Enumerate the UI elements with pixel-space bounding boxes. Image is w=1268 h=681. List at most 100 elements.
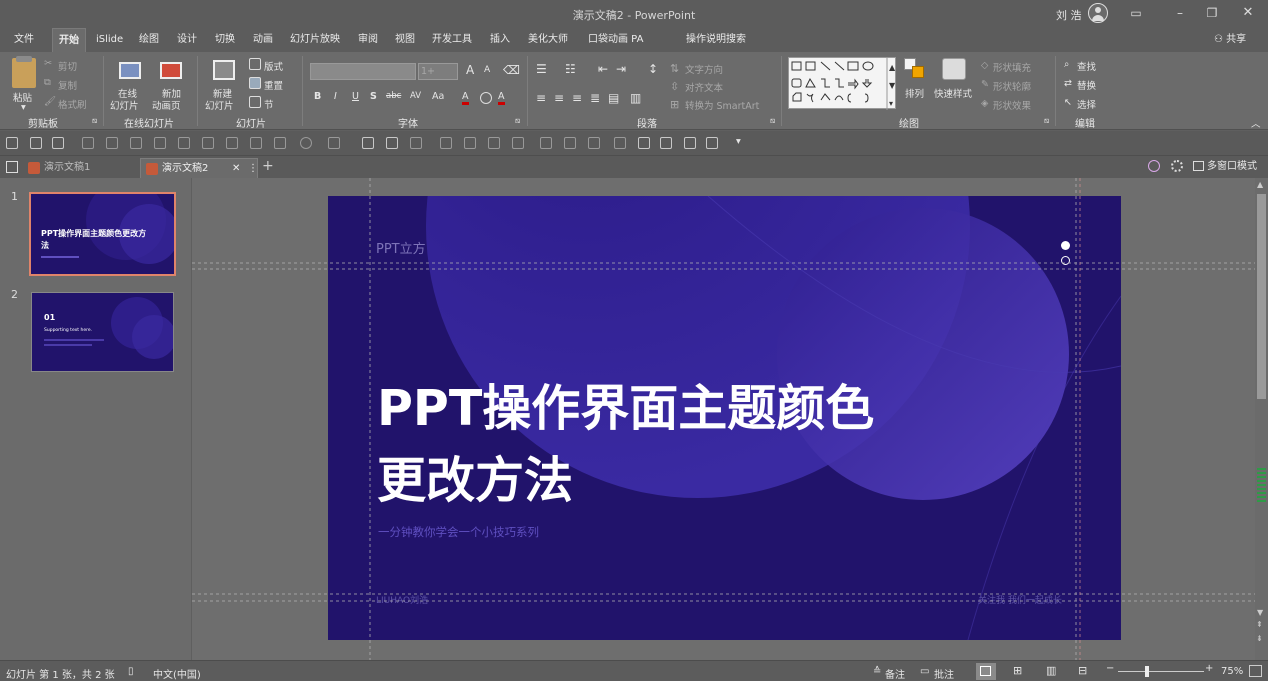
tab-design[interactable]: 设计 — [177, 28, 197, 52]
tab-islide[interactable]: iSlide — [96, 28, 123, 52]
zoom-level[interactable]: 75% — [1221, 666, 1243, 677]
zoom-slider-track[interactable] — [1118, 671, 1204, 672]
qat-shape-icon[interactable] — [638, 137, 650, 149]
font-launcher-icon[interactable]: ⧅ — [515, 116, 520, 126]
shape-outline-button[interactable]: 形状轮廓 — [993, 79, 1031, 93]
tab-menu-icon[interactable]: ⋮ — [248, 159, 258, 179]
reset-icon[interactable] — [249, 77, 261, 89]
change-case-button[interactable]: Aa — [432, 91, 444, 102]
language-status[interactable]: 中文(中国) — [153, 666, 201, 681]
find-button[interactable]: 查找 — [1077, 59, 1096, 73]
qat-distribute-icon[interactable] — [250, 137, 262, 149]
align-left-icon[interactable]: ≡ — [536, 91, 546, 105]
tab-developer[interactable]: 开发工具 — [432, 28, 472, 52]
qat-customize-icon[interactable]: ▾ — [736, 136, 741, 147]
font-name-combo[interactable] — [310, 63, 416, 80]
format-painter-icon[interactable]: 🖌 — [44, 96, 56, 107]
restore-icon[interactable]: ❐ — [1204, 5, 1220, 21]
tab-home[interactable]: 开始 — [52, 28, 86, 52]
paste-dropdown-icon[interactable]: ▾ — [21, 102, 26, 113]
section-button[interactable]: 节 — [264, 97, 274, 111]
minimize-icon[interactable]: – — [1172, 5, 1188, 21]
search-icon[interactable] — [1148, 160, 1160, 172]
slideshow-view-icon[interactable]: ⊟ — [1078, 664, 1087, 677]
tab-animations[interactable]: 动画 — [253, 28, 273, 52]
replace-button[interactable]: 替换 — [1077, 78, 1096, 92]
paste-icon[interactable] — [12, 58, 36, 88]
paragraph-launcher-icon[interactable]: ⧅ — [770, 116, 775, 126]
tab-file[interactable]: 文件 — [14, 28, 34, 52]
qat-floppy-icon[interactable] — [30, 137, 42, 149]
slide-sorter-icon[interactable]: ⊞ — [1013, 664, 1022, 677]
shape-fill-icon[interactable]: ◇ — [981, 60, 988, 71]
font-color-button[interactable]: A — [462, 91, 469, 105]
tab-slideshow[interactable]: 幻灯片放映 — [290, 28, 340, 52]
copy-icon[interactable]: ⧉ — [44, 77, 51, 88]
collapse-ribbon-icon[interactable]: ︿ — [1251, 116, 1261, 130]
previous-slide-icon[interactable]: ⇞ — [1256, 620, 1263, 629]
select-button[interactable]: 选择 — [1077, 97, 1096, 111]
tab-pocket-animation[interactable]: 口袋动画 PA — [588, 28, 643, 52]
text-direction-icon[interactable]: ⇅ — [670, 62, 679, 75]
shape-fill-button[interactable]: 形状填充 — [993, 60, 1031, 74]
tab-meihua[interactable]: 美化大师 — [528, 28, 568, 52]
qat-align-icon[interactable] — [82, 137, 94, 149]
fit-to-window-icon[interactable] — [1249, 665, 1262, 677]
qat-text-icon[interactable] — [540, 137, 552, 149]
tab-view[interactable]: 视图 — [395, 28, 415, 52]
zoom-out-icon[interactable]: − — [1106, 663, 1114, 674]
reading-view-icon[interactable]: ▥ — [1046, 664, 1056, 677]
online-slides-icon[interactable] — [119, 62, 141, 79]
qat-eyedropper-icon[interactable] — [410, 137, 422, 149]
online-slides-label-2[interactable]: 幻灯片 — [110, 98, 139, 112]
qat-group-icon[interactable] — [274, 137, 286, 149]
new-slide-icon[interactable] — [213, 60, 235, 80]
shape-effects-icon[interactable]: ◈ — [981, 98, 988, 109]
increase-indent-icon[interactable]: ⇥ — [616, 62, 626, 76]
justify-icon[interactable]: ≣ — [590, 91, 600, 105]
smartart-icon[interactable]: ⊞ — [670, 98, 679, 111]
grow-font-icon[interactable]: A — [466, 63, 474, 77]
doc-tab-1[interactable]: 演示文稿1 — [22, 158, 140, 178]
multiwindow-mode-button[interactable]: 多窗口模式 — [1207, 157, 1257, 177]
section-icon[interactable] — [249, 96, 261, 108]
find-icon[interactable]: ⌕ — [1064, 59, 1069, 70]
new-tab-button[interactable]: + — [262, 156, 274, 176]
new-slide-label-2[interactable]: 幻灯片 — [205, 98, 234, 112]
tab-transitions[interactable]: 切换 — [215, 28, 235, 52]
qat-layer-icon[interactable] — [464, 137, 476, 149]
drawing-launcher-icon[interactable]: ⧅ — [1044, 116, 1049, 126]
qat-export-icon[interactable] — [684, 137, 696, 149]
scroll-down-icon[interactable]: ▼ — [1257, 608, 1263, 617]
bold-button[interactable]: B — [314, 91, 321, 102]
decrease-indent-icon[interactable]: ⇤ — [598, 62, 608, 76]
accessibility-icon[interactable]: ▯ — [128, 666, 134, 677]
qat-layer-icon[interactable] — [488, 137, 500, 149]
qat-shape-icon[interactable] — [660, 137, 672, 149]
scroll-thumb[interactable] — [1257, 194, 1266, 399]
close-tab-icon[interactable]: ✕ — [232, 159, 240, 179]
quick-styles-icon[interactable] — [942, 58, 966, 80]
underline-button[interactable]: U — [352, 91, 359, 102]
arrange-icon[interactable] — [904, 58, 926, 80]
layout-button[interactable]: 版式 — [264, 59, 283, 73]
line-spacing-icon[interactable]: ↕ — [648, 62, 658, 76]
multiwindow-icon[interactable] — [1193, 161, 1204, 171]
next-slide-icon[interactable]: ⇟ — [1256, 634, 1263, 643]
qat-crop-icon[interactable] — [386, 137, 398, 149]
thumbnail-slide-2[interactable]: 01 Supporting text here. — [31, 292, 174, 372]
qat-align-icon[interactable] — [106, 137, 118, 149]
shrink-font-icon[interactable]: A — [484, 65, 490, 75]
arrange-button[interactable]: 排列 — [905, 86, 924, 100]
ribbon-display-icon[interactable]: ▭ — [1128, 5, 1144, 21]
tell-me-search[interactable]: 操作说明搜索 — [686, 28, 746, 52]
normal-view-button[interactable] — [976, 663, 996, 680]
select-icon[interactable]: ↖ — [1064, 97, 1072, 108]
columns-icon[interactable]: ▥ — [630, 91, 641, 105]
qat-align-icon[interactable] — [202, 137, 214, 149]
convert-smartart-button[interactable]: 转换为 SmartArt — [685, 98, 759, 112]
cut-button[interactable]: 剪切 — [58, 59, 77, 73]
character-spacing-button[interactable]: AV — [410, 91, 421, 101]
qat-image-icon[interactable] — [362, 137, 374, 149]
qat-save-icon[interactable] — [6, 137, 18, 149]
